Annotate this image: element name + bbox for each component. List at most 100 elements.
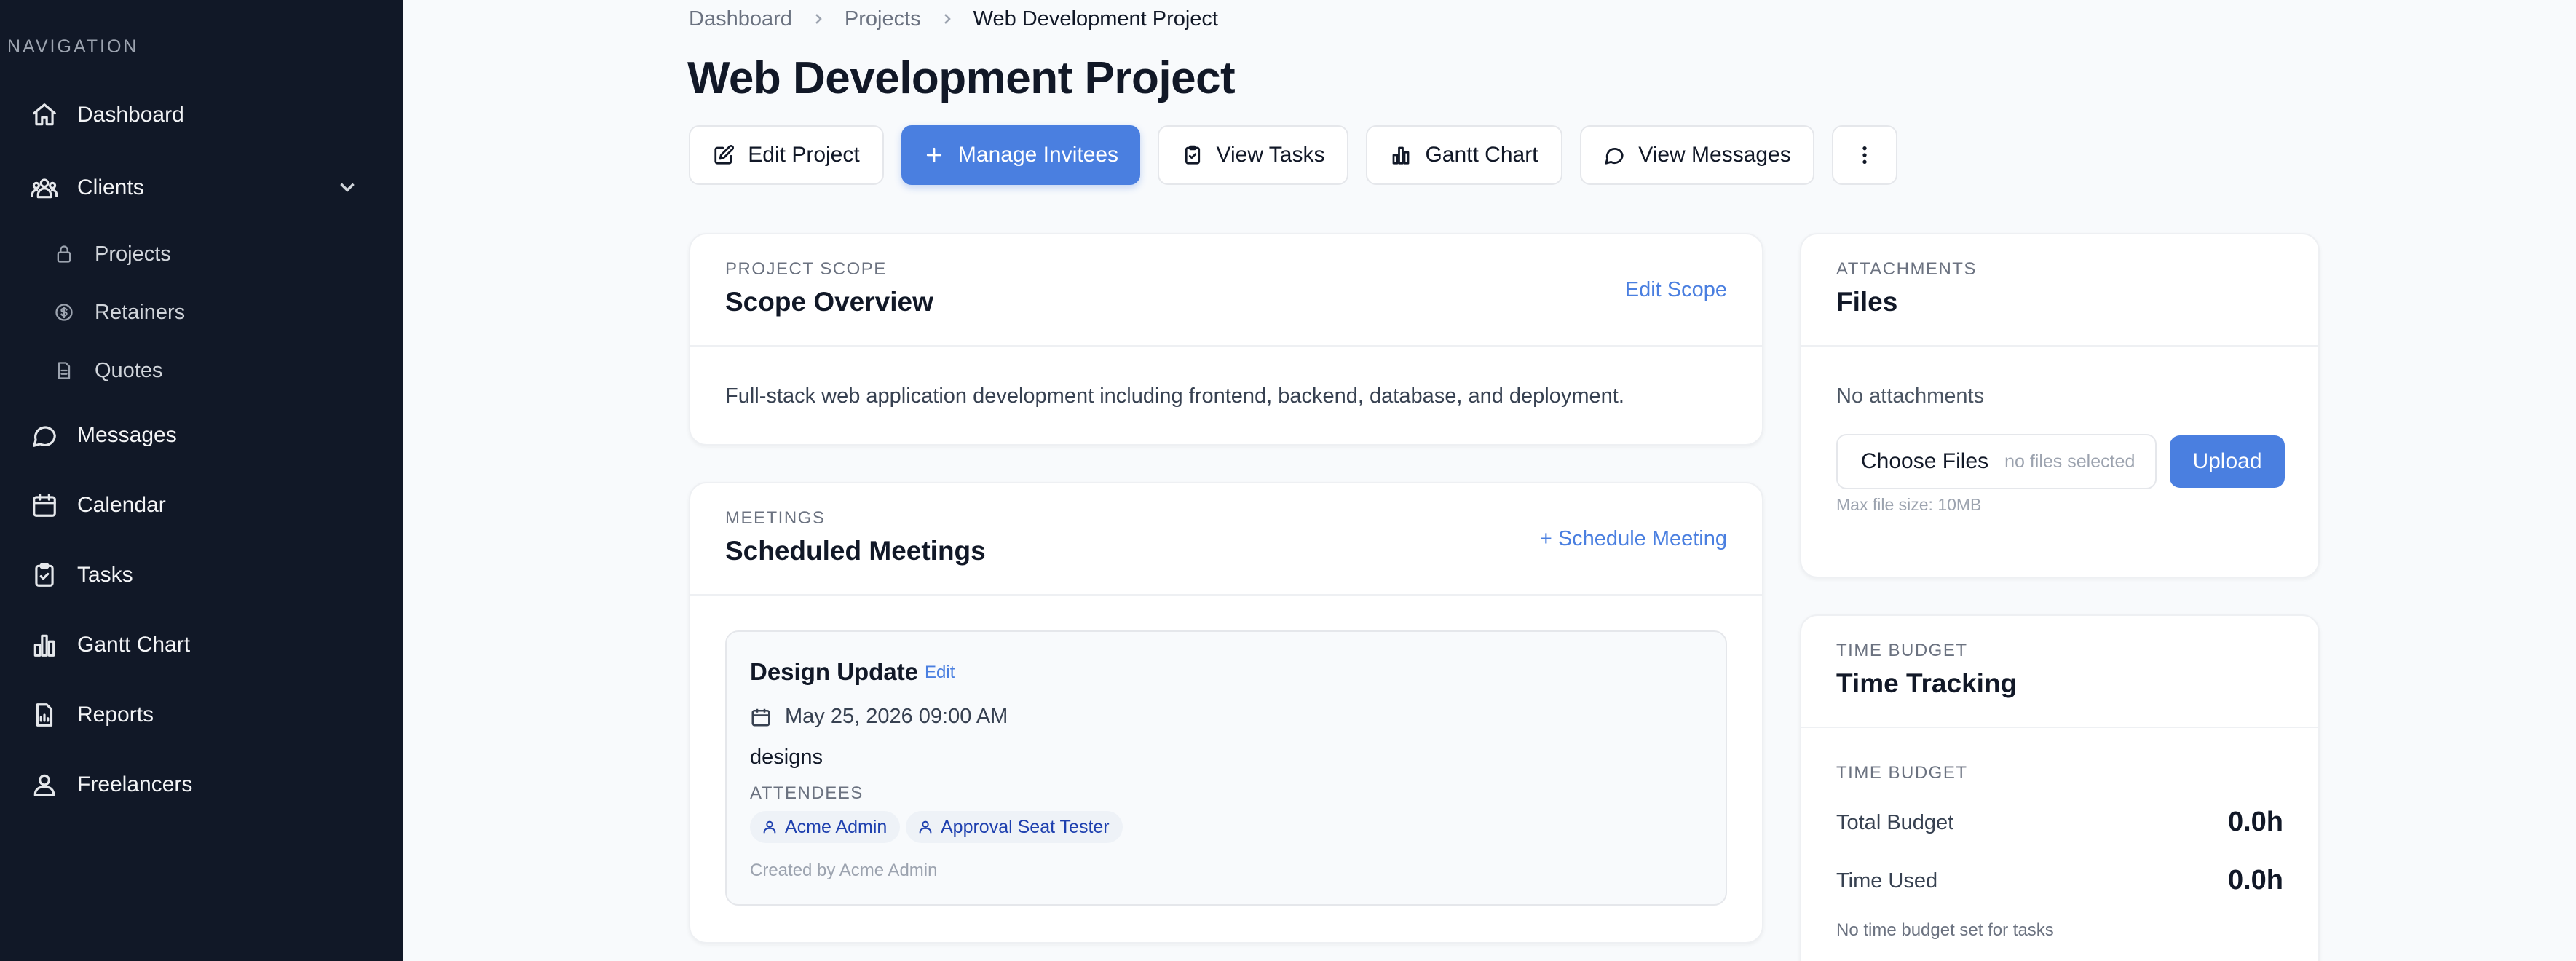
sidebar-item-label: Calendar [77,493,166,517]
card-header: ATTACHMENTS Files [1801,234,2318,347]
view-tasks-button[interactable]: View Tasks [1158,125,1348,185]
attachments-card: ATTACHMENTS Files No attachments Choose … [1800,233,2320,578]
button-label: View Messages [1638,143,1791,167]
attendee-chip: Approval Seat Tester [906,811,1123,843]
sidebar-item-label: Dashboard [77,103,184,127]
dollar-circle-icon [52,301,76,324]
user-group-icon [29,770,60,800]
button-label: Manage Invitees [957,143,1119,167]
bar-chart-icon [1390,144,1412,166]
upload-button[interactable]: Upload [2170,435,2285,488]
calendar-icon [29,490,60,521]
total-budget-value: 0.0h [2227,807,2283,837]
time-budget-section-label: TIME BUDGET [1836,763,1968,783]
card-eyebrow: ATTACHMENTS [1836,259,1977,279]
edit-meeting-link[interactable]: Edit [925,663,955,683]
chevron-down-icon[interactable] [335,175,360,205]
edit-project-button[interactable]: Edit Project [689,125,884,185]
clipboard-check-icon [1182,144,1204,166]
user-icon [763,820,776,834]
sidebar-item-gantt-chart[interactable]: Gantt Chart [29,623,374,667]
button-label: Edit Project [748,143,860,167]
sidebar-item-tasks[interactable]: Tasks [29,553,374,597]
lock-icon [52,242,76,266]
sidebar-item-label: Clients [77,175,144,199]
time-budget-note: No time budget set for tasks [1836,920,2054,940]
scope-description: Full-stack web application development i… [725,384,1624,408]
card-eyebrow: TIME BUDGET [1836,641,1968,660]
sidebar-subitem-quotes[interactable]: Quotes [52,352,163,389]
sidebar-item-label: Freelancers [77,772,193,796]
attendee-name: Approval Seat Tester [941,816,1110,837]
edit-icon [713,144,735,166]
attendee-chip: Acme Admin [750,811,901,843]
attendee-name: Acme Admin [785,816,888,837]
card-header: TIME BUDGET Time Tracking [1801,616,2318,728]
sidebar-item-reports[interactable]: Reports [29,693,374,737]
breadcrumb-current: Web Development Project [973,7,1218,31]
report-icon [29,700,60,730]
meeting-title: Design Update [750,658,919,685]
card-title: Scope Overview [725,287,933,317]
sidebar-item-label: Gantt Chart [77,633,191,657]
page-title: Web Development Project [687,53,1236,103]
file-input[interactable]: Choose Files no files selected [1836,434,2157,489]
sidebar-subitem-label: Retainers [95,300,186,324]
schedule-meeting-link[interactable]: + Schedule Meeting [1540,527,1727,551]
view-messages-button[interactable]: View Messages [1580,125,1814,185]
message-icon [29,420,60,451]
choose-files-button[interactable]: Choose Files [1861,449,1988,474]
clipboard-check-icon [29,560,60,590]
time-used-value: 0.0h [2227,865,2283,895]
sidebar-item-freelancers[interactable]: Freelancers [29,763,374,807]
sidebar-subitem-label: Quotes [95,358,163,382]
sidebar-item-label: Tasks [77,563,133,587]
breadcrumb-item[interactable]: Dashboard [689,7,792,31]
card-title: Scheduled Meetings [725,536,986,566]
sidebar-subitem-retainers[interactable]: Retainers [52,293,185,331]
document-icon [52,359,76,382]
button-label: View Tasks [1216,143,1325,167]
card-title: Files [1836,287,1898,317]
sidebar-item-calendar[interactable]: Calendar [29,483,374,527]
breadcrumb-item[interactable]: Projects [845,7,921,31]
card-header: MEETINGS Scheduled Meetings + Schedule M… [690,483,1762,596]
sidebar-item-label: Reports [77,703,154,727]
more-actions-button[interactable] [1832,125,1897,185]
bar-chart-icon [29,630,60,660]
sidebar-item-clients[interactable]: Clients [29,166,374,210]
meeting-created-by: Created by Acme Admin [750,861,938,880]
card-title: Time Tracking [1836,668,2018,698]
sidebar-item-label: Messages [77,423,177,447]
meeting-note: designs [750,746,823,769]
time-tracking-card: TIME BUDGET Time Tracking TIME BUDGET To… [1800,614,2320,961]
meeting-datetime-text: May 25, 2026 09:00 AM [785,705,1008,728]
card-header: PROJECT SCOPE Scope Overview Edit Scope [690,234,1762,347]
file-status: no files selected [2004,451,2136,472]
card-eyebrow: MEETINGS [725,508,826,528]
sidebar-item-messages[interactable]: Messages [29,414,374,457]
file-size-hint: Max file size: 10MB [1836,495,1982,514]
chevron-right-icon [939,10,956,28]
plus-icon [923,144,945,166]
button-label: Gantt Chart [1425,143,1538,167]
total-budget-label: Total Budget [1836,811,1954,834]
sidebar-item-dashboard[interactable]: Dashboard [29,93,374,137]
scope-card: PROJECT SCOPE Scope Overview Edit Scope … [689,233,1763,446]
meeting-datetime: May 25, 2026 09:00 AM [750,705,1008,729]
card-eyebrow: PROJECT SCOPE [725,259,887,279]
attendees-label: ATTENDEES [750,783,864,803]
users-icon [29,173,60,203]
calendar-icon [750,706,772,728]
more-vertical-icon [1853,143,1876,167]
edit-scope-link[interactable]: Edit Scope [1625,278,1727,302]
sidebar-subitem-label: Projects [95,242,171,266]
meeting-item: Design Update Edit May 25, 2026 09:00 AM… [725,630,1727,906]
sidebar: NAVIGATION Dashboard Clients Projects Re… [0,0,403,961]
manage-invitees-button[interactable]: Manage Invitees [901,125,1140,185]
user-icon [919,820,932,834]
attachments-empty: No attachments [1836,384,1985,408]
sidebar-subitem-projects[interactable]: Projects [52,235,171,273]
message-icon [1603,144,1625,166]
gantt-chart-button[interactable]: Gantt Chart [1366,125,1562,185]
